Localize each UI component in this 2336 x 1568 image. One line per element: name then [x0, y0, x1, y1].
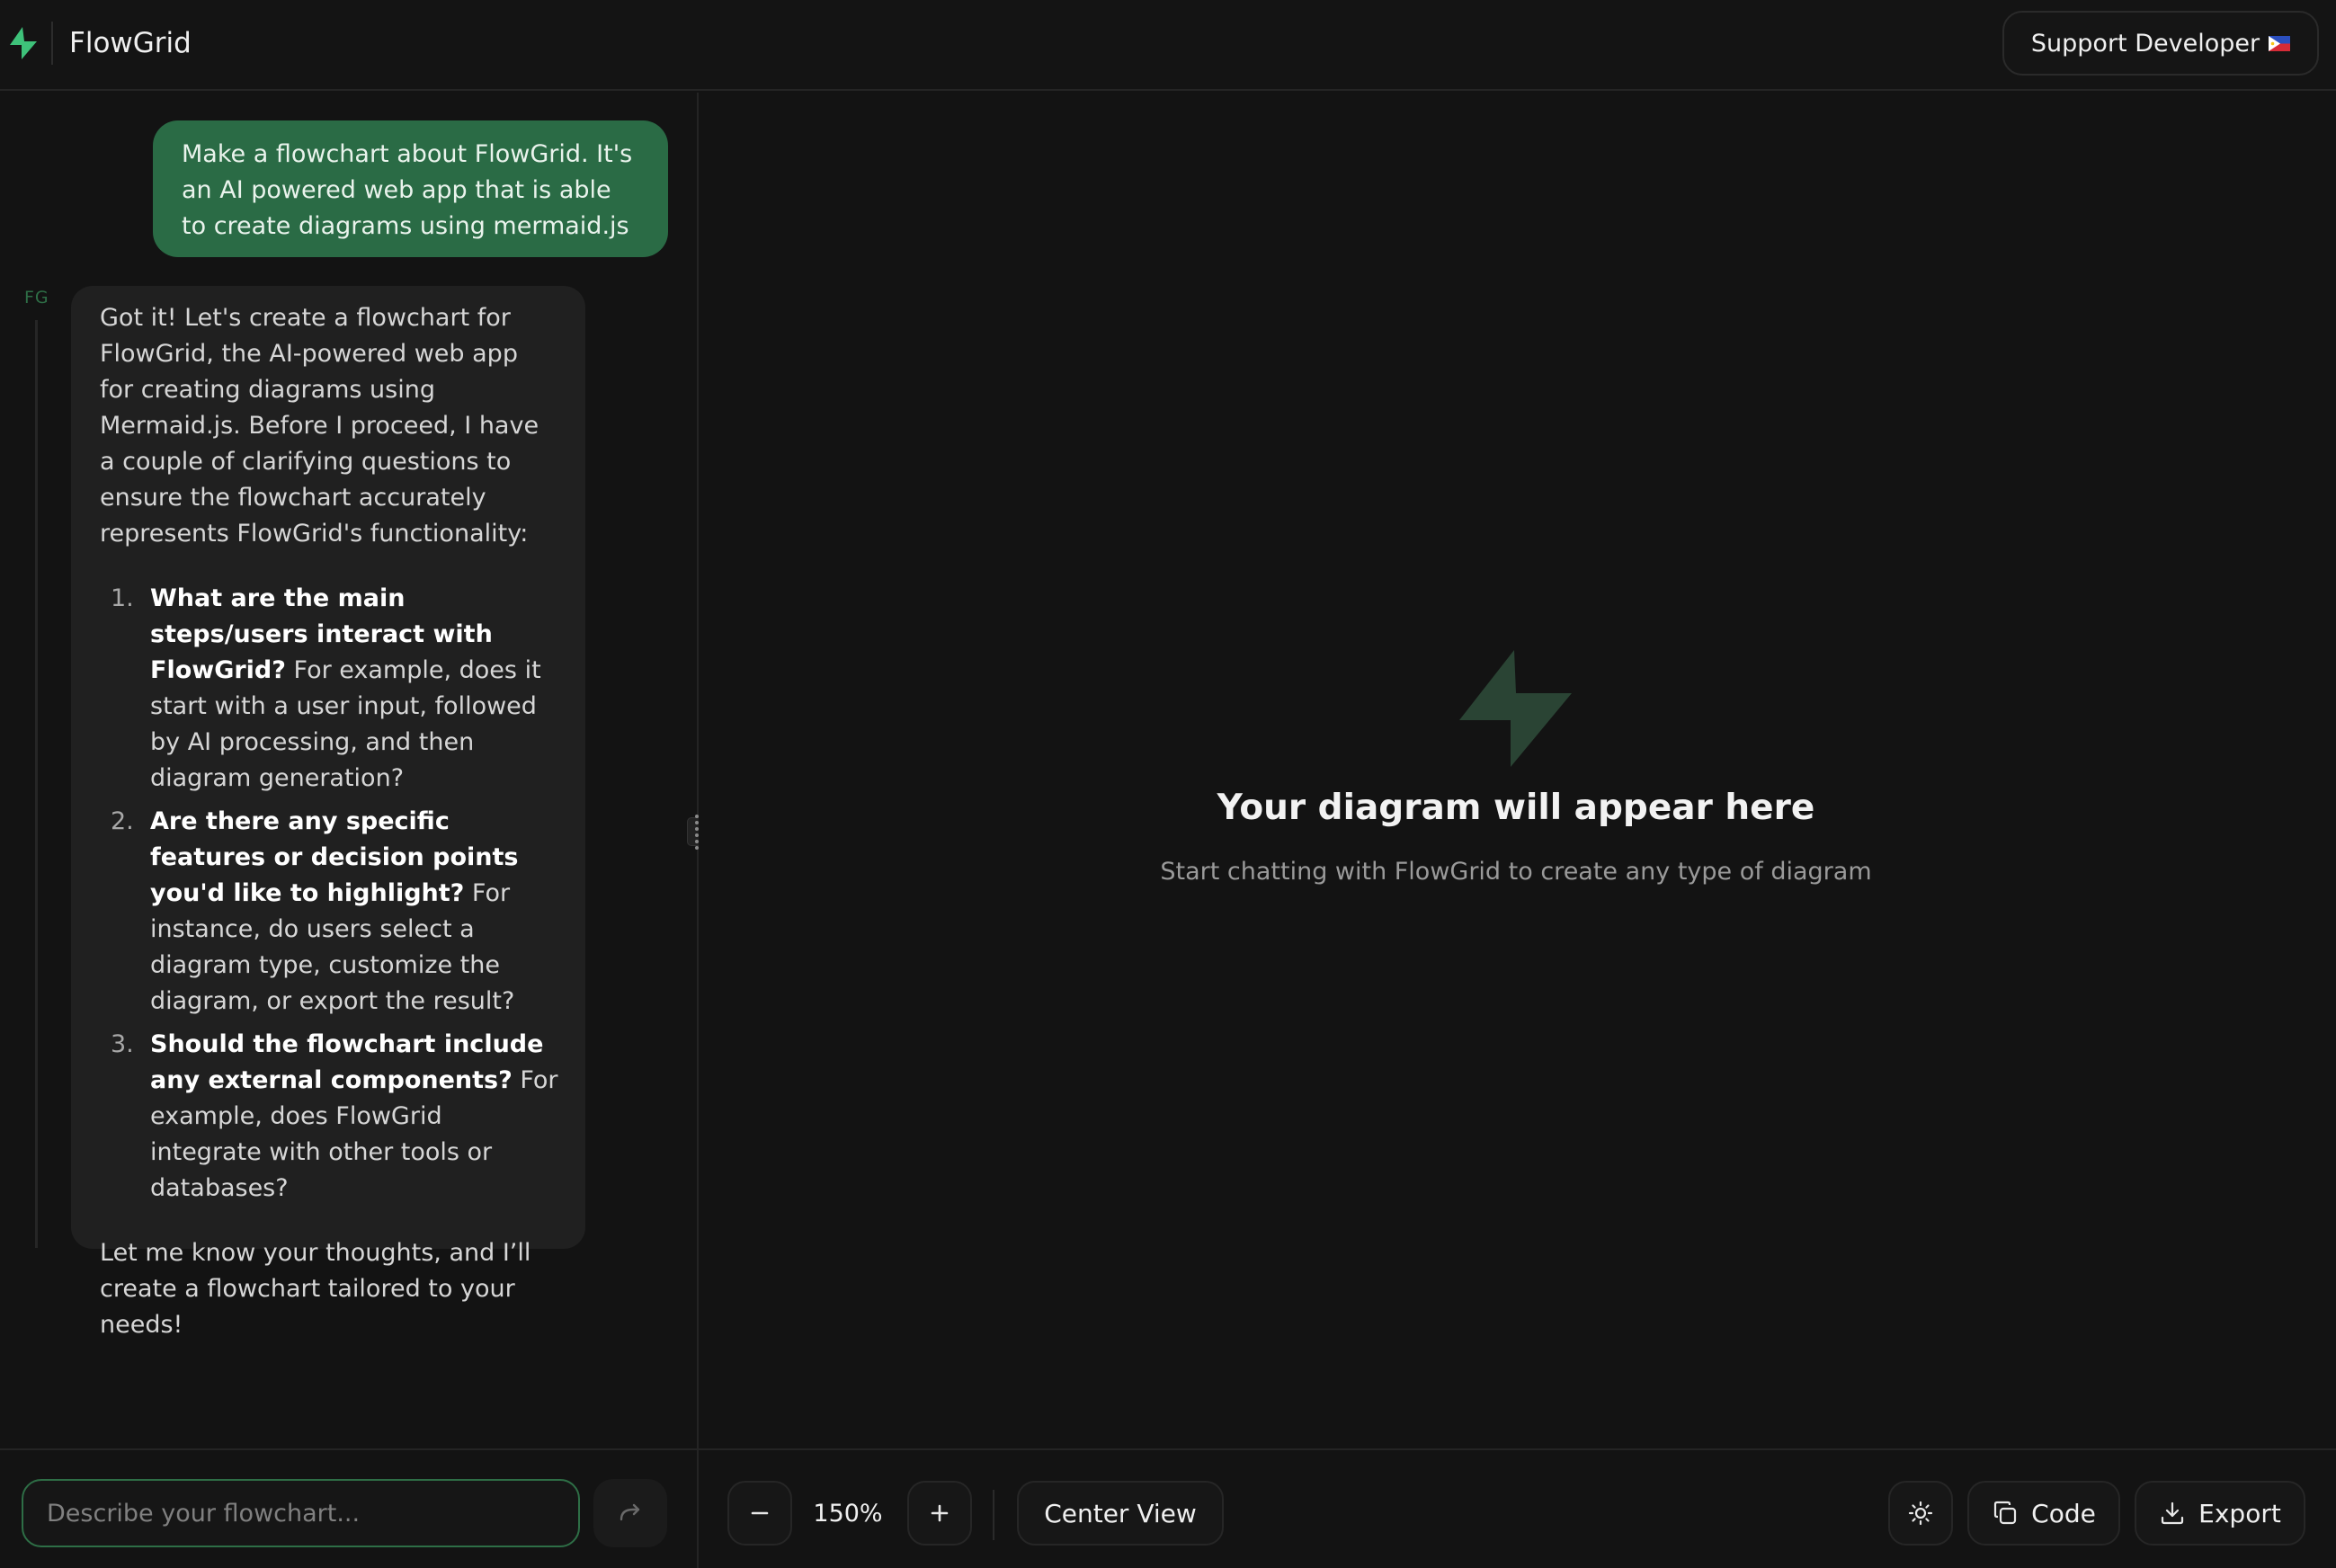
plus-icon — [931, 1504, 949, 1522]
user-message: Make a flowchart about FlowGrid. It's an… — [153, 120, 668, 257]
philippines-flag-icon — [2269, 35, 2291, 51]
theme-toggle-button[interactable] — [1888, 1481, 1953, 1546]
user-message-text: Make a flowchart about FlowGrid. It's an… — [182, 140, 633, 240]
canvas-toolbar: 150% Center View Code Export — [699, 1448, 2336, 1568]
copy-icon — [1994, 1501, 2017, 1525]
export-button[interactable]: Export — [2135, 1481, 2305, 1546]
forward-arrow-icon — [620, 1503, 640, 1521]
download-icon — [2162, 1501, 2184, 1525]
question-list: 1. What are the main steps/users interac… — [100, 581, 558, 1207]
toolbar-divider — [993, 1490, 994, 1540]
list-number: 2. — [111, 807, 134, 835]
app-title: FlowGrid — [69, 27, 192, 59]
diagram-canvas[interactable] — [699, 93, 2336, 1448]
list-item: 1. What are the main steps/users interac… — [100, 581, 558, 797]
support-developer-label: Support Developer — [2030, 29, 2260, 58]
assistant-outro: Let me know your thoughts, and I’ll crea… — [100, 1239, 531, 1339]
bolt-icon[interactable] — [7, 25, 40, 61]
zoom-level: 150% — [813, 1499, 883, 1528]
assistant-intro: Got it! Let's create a flowchart for Flo… — [100, 304, 539, 548]
list-item: 3. Should the flowchart include any exte… — [100, 1027, 558, 1207]
question-bold: Should the flowchart include any externa… — [150, 1030, 544, 1094]
sun-icon — [1908, 1501, 1933, 1526]
code-button[interactable]: Code — [1967, 1481, 2120, 1546]
zoom-out-button[interactable] — [727, 1481, 792, 1546]
assistant-thread-line — [35, 320, 38, 1248]
bolt-icon — [1459, 650, 1572, 767]
support-developer-button[interactable]: Support Developer — [2002, 11, 2319, 76]
zoom-in-button[interactable] — [907, 1481, 972, 1546]
send-button[interactable] — [593, 1479, 667, 1547]
empty-state-title: Your diagram will appear here — [1217, 788, 1815, 828]
export-label: Export — [2198, 1498, 2281, 1528]
empty-state-subtitle: Start chatting with FlowGrid to create a… — [1160, 858, 1872, 886]
chat-input[interactable] — [22, 1479, 580, 1547]
assistant-avatar-label: FG — [24, 288, 49, 307]
top-bar: FlowGrid Support Developer — [0, 0, 2336, 91]
code-label: Code — [2031, 1498, 2096, 1528]
list-item: 2. Are there any specific features or de… — [100, 804, 558, 1020]
minus-icon — [751, 1511, 769, 1515]
list-number: 1. — [111, 584, 134, 612]
list-number: 3. — [111, 1030, 134, 1058]
header-divider — [51, 22, 53, 65]
chat-input-bar — [0, 1448, 697, 1568]
center-view-label: Center View — [1044, 1498, 1197, 1528]
center-view-button[interactable]: Center View — [1017, 1481, 1224, 1546]
assistant-message: Got it! Let's create a flowchart for Flo… — [71, 286, 585, 1339]
